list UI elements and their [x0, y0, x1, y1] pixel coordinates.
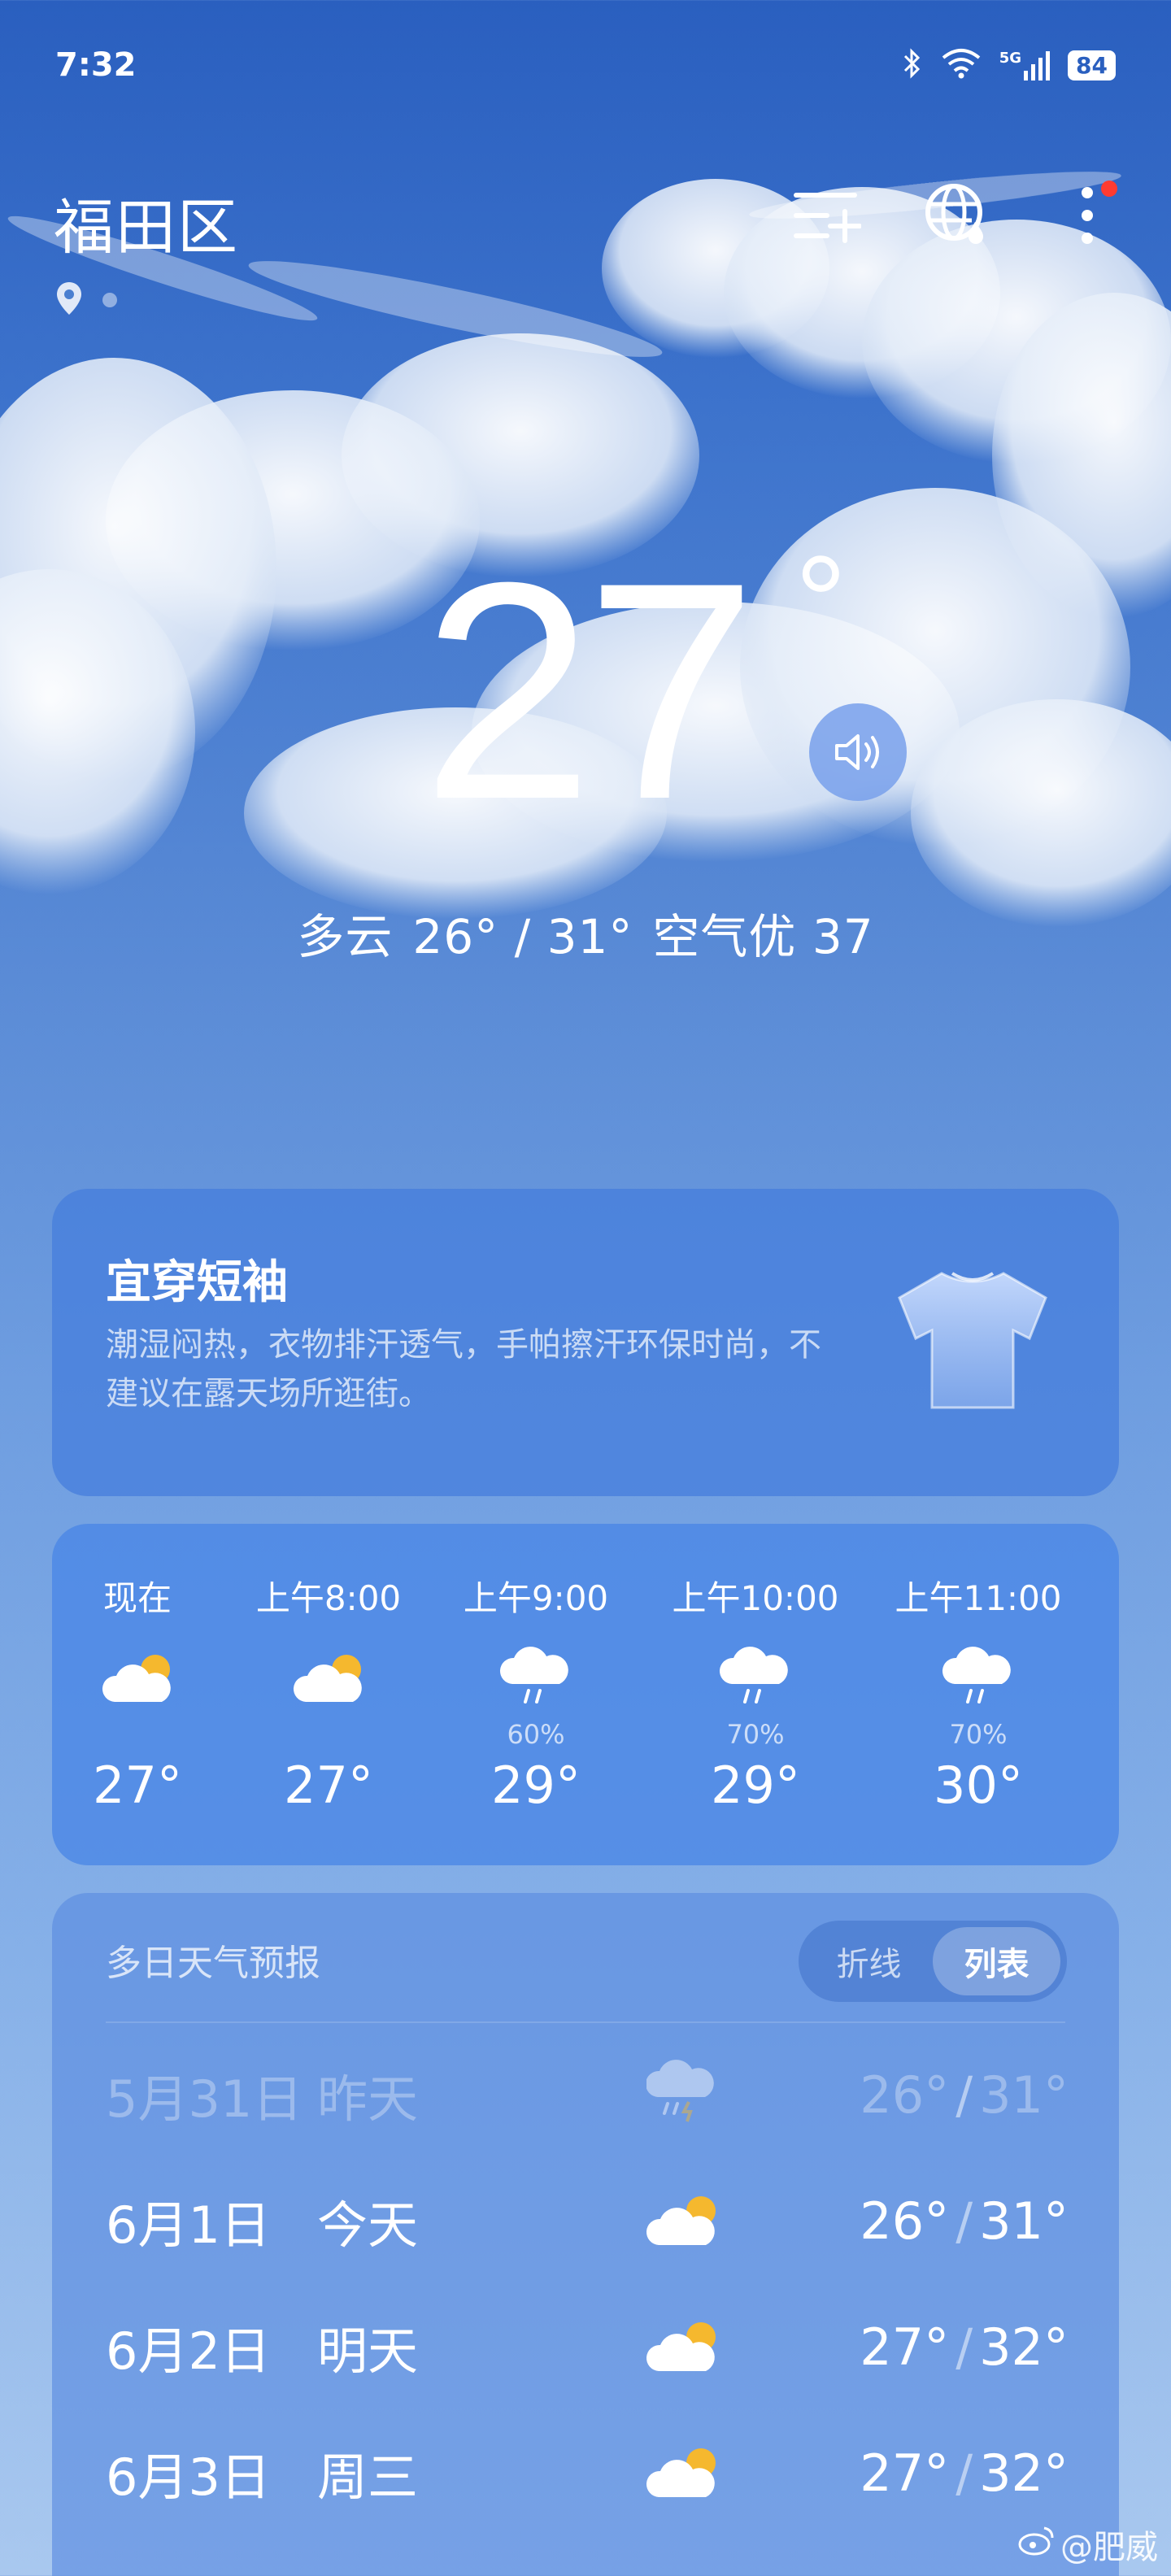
view-toggle[interactable]: 折线 列表 [799, 1921, 1067, 2002]
cellular-signal-icon: 5G [999, 50, 1051, 80]
clothing-description: 潮湿闷热，衣物排汗透气，手帕擦汗环保时尚，不建议在露天场所逛街。 [106, 1326, 821, 1412]
daily-forecast-title: 多日天气预报 [106, 1943, 320, 1984]
daily-row[interactable]: 6月3日 周三 27°/32° [106, 2432, 1069, 2513]
hour-temp: 27° [93, 1756, 182, 1815]
toggle-list[interactable]: 列表 [933, 1927, 1060, 1995]
precip-chance: 60% [507, 1719, 565, 1750]
day-low: 27° [860, 2317, 950, 2377]
more-vertical-icon [1082, 187, 1093, 244]
hourly-item[interactable]: 现在 27° [85, 1571, 190, 1815]
voice-broadcast-button[interactable] [809, 703, 907, 801]
partly-cloudy-icon [646, 2448, 716, 2497]
add-city-icon [794, 193, 861, 243]
bluetooth-icon [902, 47, 923, 83]
hour-time: 上午11:00 [895, 1578, 1062, 1618]
battery-indicator: 84 [1068, 50, 1116, 80]
wifi-icon [941, 48, 982, 82]
hourly-item[interactable]: 上午8:00 27° [247, 1571, 410, 1815]
hour-time: 上午9:00 [463, 1578, 609, 1618]
day-high: 32° [979, 2317, 1069, 2377]
weather-summary: 多云 26° / 31° 空气优 37 [0, 899, 1171, 967]
location-page-indicator [55, 281, 117, 320]
day-date: 5月31日 [106, 2069, 303, 2129]
partly-cloudy-icon [646, 2322, 716, 2371]
day-high: 31° [979, 2191, 1069, 2251]
watermark: @肥威 [1018, 2521, 1158, 2568]
day-label: 昨天 [317, 2069, 419, 2129]
speaker-icon [835, 734, 879, 770]
add-city-button[interactable] [790, 179, 864, 252]
more-options-button[interactable] [1051, 179, 1124, 252]
divider [106, 2021, 1065, 2023]
daily-row[interactable]: 6月2日 明天 27°/32° [106, 2306, 1069, 2387]
daily-row[interactable]: 6月1日 今天 26°/31° [106, 2180, 1069, 2261]
tshirt-icon [891, 1257, 1054, 1423]
rain-icon [942, 1647, 1011, 1704]
air-quality[interactable]: 空气优 37 [652, 909, 873, 964]
precip-chance: 70% [949, 1719, 1008, 1750]
daily-row[interactable]: 5月31日 昨天 26°/31° [106, 2054, 1069, 2135]
page-dot [102, 293, 117, 307]
hour-temp: 29° [711, 1756, 800, 1815]
day-label: 今天 [317, 2195, 419, 2255]
status-bar: 7:32 5G 84 [55, 45, 1116, 85]
current-temperature: 27 ° [422, 537, 847, 846]
hour-time: 现在 [102, 1578, 172, 1618]
weibo-icon [1018, 2525, 1056, 2564]
day-label: 明天 [317, 2321, 419, 2381]
status-time: 7:32 [55, 46, 137, 84]
precip-chance: 70% [726, 1719, 785, 1750]
hour-temp: 30° [934, 1756, 1023, 1815]
day-low: 26° [860, 2191, 950, 2251]
hour-temp: 27° [284, 1756, 373, 1815]
partly-cloudy-icon [646, 2196, 716, 2245]
global-weather-button[interactable] [921, 179, 994, 252]
temperature-value: 27 [421, 518, 758, 864]
hour-time: 上午8:00 [255, 1578, 402, 1618]
watermark-text: @肥威 [1060, 2529, 1158, 2566]
day-date: 6月3日 [106, 2448, 271, 2507]
hourly-item[interactable]: 上午10:00 70% 29° [662, 1571, 849, 1815]
day-low: 27° [860, 2443, 950, 2503]
hour-time: 上午10:00 [672, 1578, 839, 1618]
degree-symbol: ° [794, 529, 847, 674]
day-high: 32° [979, 2443, 1069, 2503]
header: 福田区 [54, 179, 1124, 315]
precip-chance [247, 1718, 410, 1751]
temperature-range: 26° / 31° [412, 909, 633, 964]
partly-cloudy-icon [293, 1655, 362, 1702]
day-high: 31° [979, 2065, 1069, 2125]
day-label: 周三 [317, 2448, 419, 2507]
current-temperature-block: 27 ° [0, 537, 1171, 846]
clothing-advice-card[interactable]: 宜穿短袖 潮湿闷热，衣物排汗透气，手帕擦汗环保时尚，不建议在露天场所逛街。 [52, 1189, 1119, 1496]
clothing-title: 宜穿短袖 [106, 1256, 288, 1309]
day-date: 6月1日 [106, 2195, 271, 2255]
day-low: 26° [860, 2065, 950, 2125]
partly-cloudy-icon [102, 1655, 171, 1702]
weather-condition: 多云 [297, 909, 394, 964]
day-date: 6月2日 [106, 2321, 271, 2381]
toggle-line-chart[interactable]: 折线 [805, 1927, 933, 1995]
location-pin-icon [55, 281, 83, 320]
hourly-item[interactable]: 上午11:00 70% 30° [885, 1571, 1072, 1815]
rain-icon [719, 1647, 788, 1704]
daily-forecast-card: 多日天气预报 折线 列表 5月31日 昨天 26°/31° 6月1日 今天 26… [52, 1893, 1119, 2576]
hourly-forecast-card[interactable]: 现在 27° 上午8:00 27° 上午9:00 60% 29° 上午10:00… [52, 1524, 1119, 1865]
hourly-item[interactable]: 上午9:00 60% 29° [455, 1571, 617, 1815]
rain-icon [499, 1647, 568, 1704]
precip-chance [85, 1718, 190, 1751]
hour-temp: 29° [491, 1756, 581, 1815]
notification-dot [1101, 181, 1117, 197]
thunderstorm-icon [646, 2060, 714, 2122]
globe-droplet-icon [925, 184, 983, 244]
network-type-label: 5G [999, 50, 1022, 67]
